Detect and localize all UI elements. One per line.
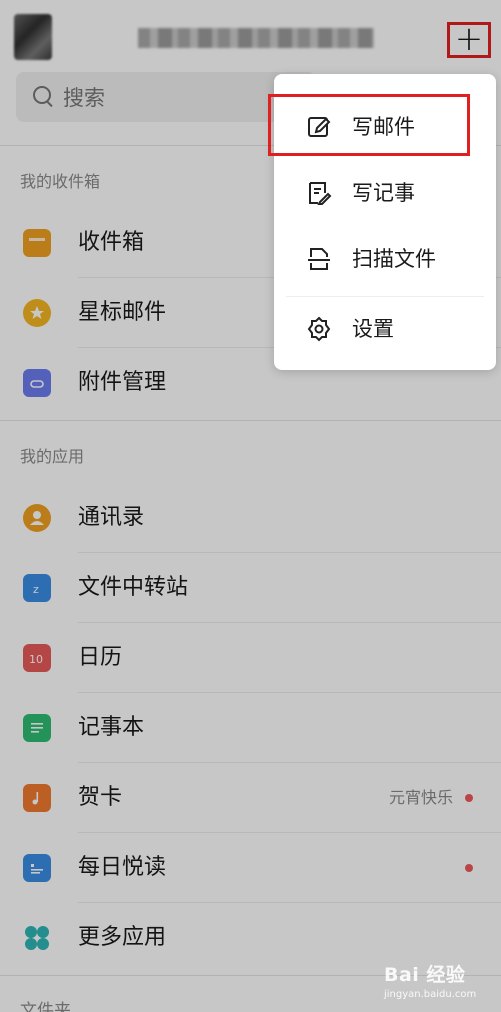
card-promo-text: 元宵快乐 — [388, 788, 453, 807]
search-icon — [33, 86, 55, 108]
account-name-blurred — [138, 28, 374, 48]
add-button[interactable]: + — [447, 22, 491, 58]
sidebar-item-contacts[interactable]: 通讯录 — [0, 483, 501, 553]
section-inbox-title: 我的收件箱 — [20, 172, 101, 191]
sidebar-item-label: 记事本 — [78, 715, 145, 740]
svg-text:z: z — [33, 583, 39, 596]
sidebar-item-notebook[interactable]: 记事本 — [0, 693, 501, 763]
avatar[interactable] — [14, 14, 52, 60]
menu-item-label: 扫描文件 — [352, 247, 436, 271]
section-apps-title: 我的应用 — [20, 447, 85, 466]
notebook-icon — [23, 714, 51, 742]
file-transfer-icon: z — [23, 574, 51, 602]
search-placeholder: 搜索 — [63, 86, 105, 110]
divider — [0, 420, 501, 421]
baidu-watermark: Bai 经验 jingyan.baidu.com — [384, 960, 494, 1008]
reading-icon — [23, 854, 51, 882]
sidebar-item-label: 日历 — [78, 645, 123, 670]
unread-dot — [465, 794, 473, 802]
contacts-icon — [23, 504, 51, 532]
plus-icon: + — [454, 19, 484, 59]
card-icon — [23, 784, 51, 812]
menu-item-scan[interactable]: 扫描文件 — [274, 226, 496, 292]
sidebar-item-calendar[interactable]: 10 日历 — [0, 623, 501, 693]
attachment-icon — [23, 369, 51, 397]
sidebar-item-label: 星标邮件 — [78, 300, 167, 325]
unread-dot — [465, 864, 473, 872]
sidebar-item-label: 收件箱 — [78, 230, 145, 255]
sidebar-item-label: 贺卡 — [78, 785, 123, 810]
more-apps-icon — [23, 924, 51, 952]
menu-item-label: 设置 — [352, 317, 394, 341]
menu-item-write-note[interactable]: 写记事 — [274, 160, 496, 226]
star-icon — [23, 299, 51, 327]
sidebar-item-card[interactable]: 贺卡 元宵快乐 — [0, 763, 501, 833]
sidebar-item-file-transfer[interactable]: z 文件中转站 — [0, 553, 501, 623]
sidebar-item-label: 更多应用 — [78, 925, 167, 950]
menu-item-label: 写记事 — [352, 181, 415, 205]
inbox-icon — [23, 229, 51, 257]
sidebar-item-label: 附件管理 — [78, 370, 167, 395]
scan-icon — [306, 246, 332, 272]
sidebar-item-label: 每日悦读 — [78, 855, 167, 880]
watermark-url: jingyan.baidu.com — [384, 989, 477, 1000]
compose-highlight-box — [268, 94, 470, 156]
section-folders-title: 文件夹 — [20, 1001, 71, 1012]
sidebar-item-label: 文件中转站 — [78, 575, 189, 600]
gear-icon — [306, 316, 332, 342]
sidebar-item-daily-reading[interactable]: 每日悦读 — [0, 833, 501, 903]
sidebar-item-label: 通讯录 — [78, 505, 145, 530]
watermark-title: Bai 经验 — [384, 964, 466, 986]
menu-item-settings[interactable]: 设置 — [274, 296, 496, 362]
calendar-icon: 10 — [23, 644, 51, 672]
write-note-icon — [306, 180, 332, 206]
mail-sidebar-screen: + 搜索 我的收件箱 收件箱 星标邮件 附件管理 我的应用 通讯录 z 文件中转… — [0, 0, 501, 1012]
calendar-icon-day: 10 — [29, 653, 43, 666]
